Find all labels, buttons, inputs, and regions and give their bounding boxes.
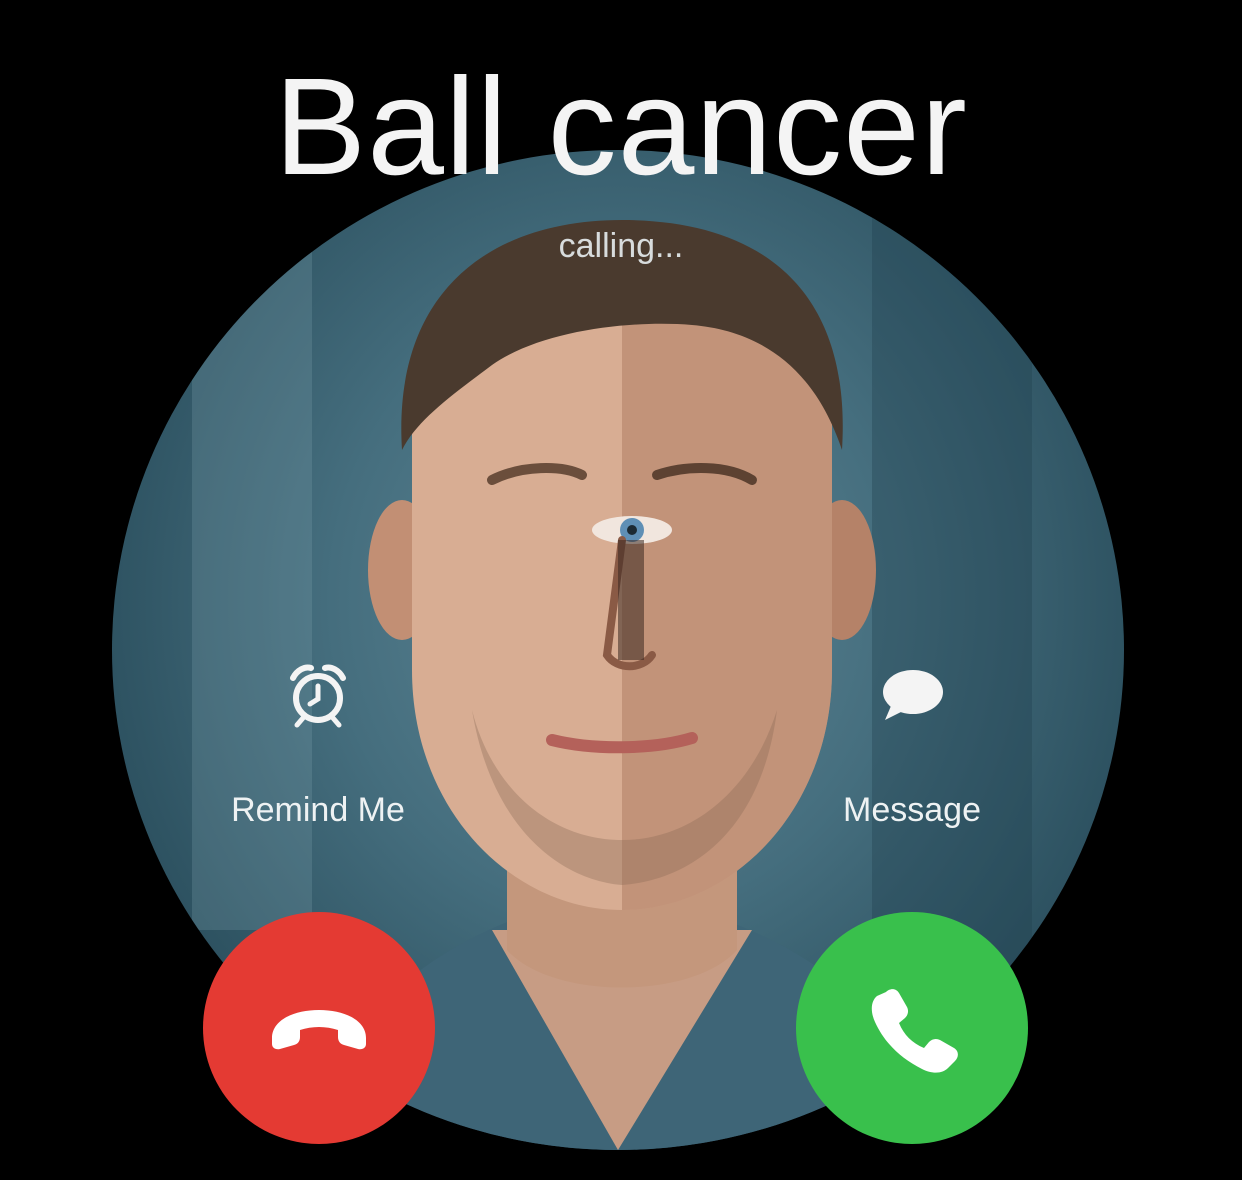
phone-hangup-icon [264, 998, 374, 1058]
remind-me-label: Remind Me [231, 791, 405, 829]
caller-name: Ball cancer [274, 50, 968, 204]
decline-call-button[interactable] [203, 912, 435, 1144]
alarm-clock-icon [283, 660, 353, 730]
phone-answer-icon [862, 978, 962, 1078]
incoming-call-screen: Ball cancer calling... Remind Me Message [0, 0, 1242, 1180]
message-bubble-icon [877, 660, 947, 730]
message-button[interactable]: Message [772, 660, 1052, 830]
remind-me-button[interactable]: Remind Me [178, 660, 458, 830]
accept-call-button[interactable] [796, 912, 1028, 1144]
call-status: calling... [558, 227, 684, 265]
message-label: Message [843, 791, 981, 829]
